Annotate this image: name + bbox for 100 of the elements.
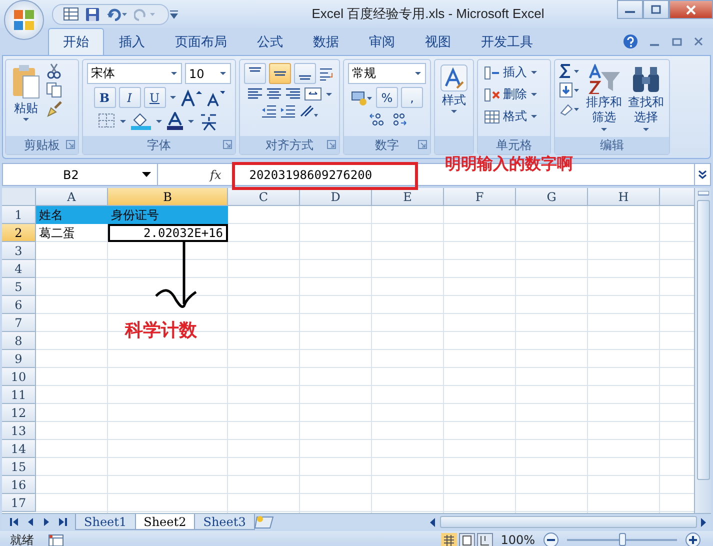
macro-record-icon[interactable] bbox=[48, 534, 64, 546]
zoom-in-icon[interactable] bbox=[685, 532, 701, 546]
comma-button[interactable]: , bbox=[401, 87, 423, 108]
percent-button[interactable]: % bbox=[376, 87, 398, 108]
font-name-field[interactable]: 宋体 bbox=[87, 63, 182, 84]
cells-menu-button[interactable]: 插入 bbox=[482, 63, 540, 82]
sum-icon[interactable] bbox=[559, 63, 581, 79]
column-header[interactable]: G bbox=[516, 188, 588, 206]
italic-button[interactable]: I bbox=[118, 87, 140, 108]
merge-cells-icon[interactable] bbox=[304, 87, 322, 101]
save-icon[interactable] bbox=[85, 6, 100, 22]
find-select-button[interactable]: 查找和 选择 bbox=[627, 63, 665, 134]
copy-icon[interactable] bbox=[46, 82, 62, 98]
currency-icon[interactable] bbox=[351, 90, 373, 106]
vertical-scrollbar[interactable] bbox=[694, 188, 711, 513]
previous-sheet-icon[interactable] bbox=[26, 517, 35, 527]
align-button[interactable] bbox=[269, 63, 291, 84]
table-cell[interactable]: 2.02032E+16 bbox=[108, 224, 228, 242]
cells-menu-button[interactable]: 删除 bbox=[482, 85, 540, 104]
row-header[interactable]: 11 bbox=[2, 386, 36, 404]
expand-icon[interactable] bbox=[698, 170, 707, 180]
fill-down-icon[interactable] bbox=[559, 82, 581, 98]
align-right-icon[interactable] bbox=[284, 87, 300, 101]
row-header[interactable]: 10 bbox=[2, 368, 36, 386]
fill-color-icon[interactable] bbox=[130, 112, 152, 130]
first-sheet-icon[interactable] bbox=[10, 517, 19, 527]
row-header[interactable]: 3 bbox=[2, 242, 36, 260]
border-icon[interactable] bbox=[98, 113, 116, 129]
table-cell[interactable]: 葛二蛋 bbox=[36, 224, 108, 242]
row-header[interactable]: 8 bbox=[2, 332, 36, 350]
restore-icon[interactable] bbox=[672, 37, 682, 46]
number-format-field[interactable]: 常规 bbox=[348, 63, 426, 84]
ribbon-tab[interactable]: 页面布局 bbox=[160, 28, 242, 55]
paste-button[interactable]: 粘贴 bbox=[10, 63, 42, 133]
undo-icon[interactable] bbox=[106, 7, 128, 21]
ribbon-tab[interactable]: 开始 bbox=[48, 28, 104, 55]
page-layout-view-icon[interactable] bbox=[458, 532, 475, 546]
align-left-icon[interactable] bbox=[246, 87, 262, 101]
cells-menu-button[interactable]: 格式 bbox=[482, 107, 540, 126]
grow-font-icon[interactable] bbox=[180, 88, 202, 106]
row-header[interactable]: 9 bbox=[2, 350, 36, 368]
sheet-tab[interactable]: Sheet2 bbox=[134, 514, 196, 530]
minimize-button[interactable] bbox=[617, 0, 643, 19]
shrink-font-icon[interactable] bbox=[204, 88, 224, 106]
decrease-indent-icon[interactable] bbox=[260, 104, 276, 118]
column-header[interactable]: B bbox=[108, 188, 228, 206]
scissors-icon[interactable] bbox=[47, 63, 61, 79]
row-header[interactable]: 12 bbox=[2, 404, 36, 422]
text-direction-icon[interactable] bbox=[298, 104, 318, 118]
row-header[interactable]: 7 bbox=[2, 314, 36, 332]
page-break-view-icon[interactable] bbox=[476, 532, 493, 546]
row-header[interactable]: 16 bbox=[2, 476, 36, 494]
table-cell[interactable]: 姓名 bbox=[36, 206, 108, 224]
last-sheet-icon[interactable] bbox=[58, 517, 67, 527]
column-header[interactable]: H bbox=[588, 188, 660, 206]
row-header[interactable]: 17 bbox=[2, 494, 36, 512]
close-icon[interactable] bbox=[694, 37, 703, 46]
align-button[interactable] bbox=[294, 63, 316, 84]
row-header[interactable]: 13 bbox=[2, 422, 36, 440]
underline-button[interactable]: U bbox=[144, 87, 166, 108]
ribbon-tab[interactable]: 审阅 bbox=[354, 28, 410, 55]
align-button[interactable] bbox=[244, 63, 266, 84]
row-header[interactable]: 14 bbox=[2, 440, 36, 458]
column-header[interactable]: C bbox=[228, 188, 300, 206]
font-color-icon[interactable] bbox=[166, 112, 184, 130]
wrap-text-icon[interactable] bbox=[319, 66, 335, 80]
new-sheet-icon[interactable] bbox=[254, 515, 276, 529]
row-header[interactable]: 5 bbox=[2, 278, 36, 296]
table-cell[interactable]: 身份证号 bbox=[108, 206, 228, 224]
zoom-out-icon[interactable] bbox=[543, 532, 559, 546]
close-button[interactable] bbox=[669, 0, 713, 19]
column-header[interactable]: E bbox=[372, 188, 444, 206]
customize-icon[interactable] bbox=[169, 9, 179, 19]
font-size-field[interactable]: 10 bbox=[185, 63, 231, 84]
column-header[interactable]: A bbox=[36, 188, 108, 206]
sheet-tab[interactable]: Sheet1 bbox=[75, 514, 136, 530]
row-header[interactable]: 15 bbox=[2, 458, 36, 476]
insert-function-button[interactable]: fx bbox=[158, 168, 226, 182]
sort-filter-button[interactable]: 排序和 筛选 bbox=[585, 63, 623, 134]
increase-decimal-icon[interactable] bbox=[368, 111, 386, 127]
bold-button[interactable]: B bbox=[94, 87, 116, 108]
zoom-slider-thumb[interactable] bbox=[619, 533, 626, 546]
ribbon-tab[interactable]: 插入 bbox=[104, 28, 160, 55]
ribbon-tab[interactable]: 视图 bbox=[410, 28, 466, 55]
name-box[interactable]: B2 bbox=[3, 164, 158, 185]
row-header[interactable]: 1 bbox=[2, 206, 36, 224]
align-center-icon[interactable] bbox=[266, 87, 282, 101]
row-header[interactable]: 4 bbox=[2, 260, 36, 278]
row-header[interactable]: 2 bbox=[2, 224, 36, 242]
increase-indent-icon[interactable] bbox=[280, 104, 296, 118]
ribbon-tab[interactable]: 开发工具 bbox=[466, 28, 548, 55]
ribbon-tab[interactable]: 公式 bbox=[242, 28, 298, 55]
next-sheet-icon[interactable] bbox=[42, 517, 51, 527]
maximize-button[interactable] bbox=[643, 0, 669, 19]
normal-view-icon[interactable] bbox=[440, 532, 457, 546]
column-header[interactable]: F bbox=[444, 188, 516, 206]
office-button[interactable] bbox=[4, 0, 44, 40]
table-icon[interactable] bbox=[63, 7, 79, 21]
help-icon[interactable] bbox=[623, 34, 638, 49]
brush-icon[interactable] bbox=[46, 101, 62, 117]
